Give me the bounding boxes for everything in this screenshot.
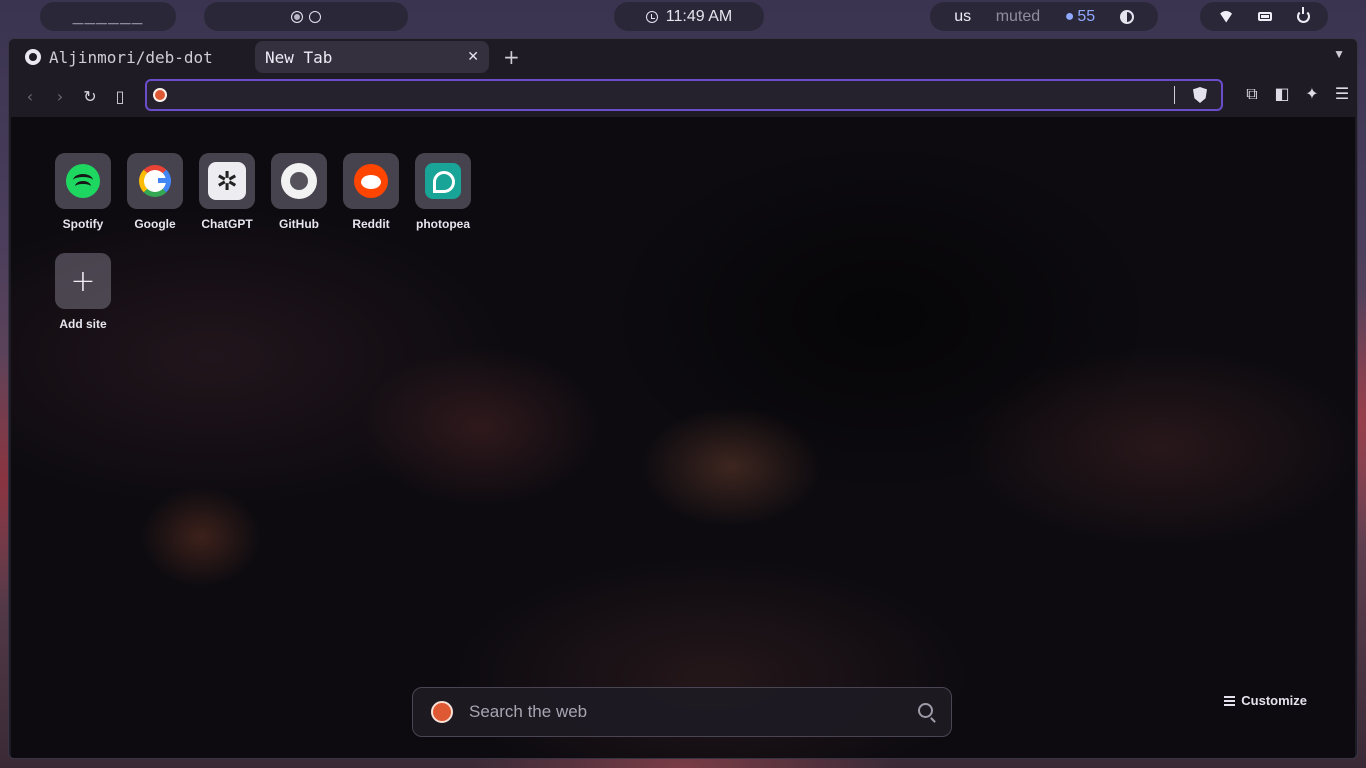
shortcut-tile[interactable] [343, 153, 399, 209]
chevron-down-icon[interactable]: ▼ [1333, 47, 1345, 61]
brightness-status[interactable]: ● 55 [1065, 8, 1095, 26]
shortcut-github[interactable]: GitHub [263, 153, 335, 231]
add-site-label: Add site [59, 317, 107, 331]
workspace-indicator[interactable]: ______ [40, 2, 176, 31]
tab-title: New Tab [265, 47, 333, 67]
shortcut-label: Reddit [352, 217, 390, 231]
workspace-dots[interactable] [204, 2, 408, 31]
wifi-icon[interactable] [1218, 11, 1234, 23]
toolbar: ‹ › ↻ ▯ ⧉ ◧ ✦ ☰ [9, 75, 1357, 117]
google-icon [139, 165, 171, 197]
brightness-value: 55 [1077, 7, 1096, 25]
battery-icon[interactable] [1258, 12, 1273, 21]
address-bar[interactable] [145, 79, 1223, 111]
shortcut-spotify[interactable]: Spotify [47, 153, 119, 231]
workspace-dot[interactable] [309, 10, 321, 23]
menu-icon[interactable]: ☰ [1333, 85, 1351, 103]
customize-label: Customize [1241, 693, 1307, 708]
sliders-icon [1224, 695, 1236, 706]
photopea-icon [425, 163, 461, 199]
shortcut-label: photopea [416, 217, 470, 231]
duckduckgo-icon [431, 701, 453, 723]
tab-new-tab[interactable]: New Tab ✕ [255, 41, 489, 73]
clock-icon [645, 10, 658, 23]
workspace-dot-active[interactable] [291, 10, 303, 23]
shortcut-tile[interactable] [127, 153, 183, 209]
shortcut-tile[interactable] [271, 153, 327, 209]
tab-github[interactable]: Aljinmori/deb-dot [15, 41, 251, 73]
search-input[interactable]: Search the web [469, 702, 587, 722]
shortcut-photopea[interactable]: photopea [407, 153, 479, 231]
back-button[interactable]: ‹ [15, 87, 45, 106]
shortcut-label: Spotify [62, 217, 104, 231]
close-tab-icon[interactable]: ✕ [467, 49, 479, 65]
new-tab-button[interactable]: + [503, 45, 520, 69]
shortcut-reddit[interactable]: Reddit [335, 153, 407, 231]
shortcut-label: ChatGPT [201, 217, 253, 231]
theme-toggle-icon[interactable] [1119, 9, 1134, 24]
shortcut-tile[interactable] [55, 153, 111, 209]
reddit-icon [354, 164, 388, 198]
tab-bar: Aljinmori/deb-dot New Tab ✕ + ▼ [9, 39, 1357, 75]
bookmark-button[interactable]: ▯ [105, 87, 135, 106]
power-icon[interactable] [1296, 7, 1310, 23]
top-sites: Spotify Google ChatGPT GitHub Reddit pho… [47, 153, 479, 331]
shortcut-tile[interactable] [199, 153, 255, 209]
github-icon [25, 49, 41, 65]
search-box[interactable]: Search the web [412, 687, 952, 737]
system-tray [1200, 2, 1328, 31]
brightness-icon: ● [1064, 7, 1075, 25]
brave-shield-icon[interactable] [1193, 87, 1207, 103]
spotify-icon [66, 164, 100, 198]
github-icon [281, 163, 317, 199]
keyboard-layout[interactable]: us [954, 8, 971, 26]
sidebar-icon[interactable]: ◧ [1273, 85, 1291, 103]
shortcut-label: GitHub [279, 217, 319, 231]
clock-time: 11:49 AM [665, 7, 733, 25]
search-icon[interactable] [918, 703, 933, 718]
browser-window: Aljinmori/deb-dot New Tab ✕ + ▼ ‹ › ↻ ▯ … [8, 38, 1358, 759]
leo-ai-icon[interactable]: ✦ [1303, 85, 1321, 103]
shortcut-google[interactable]: Google [119, 153, 191, 231]
shortcut-chatgpt[interactable]: ChatGPT [191, 153, 263, 231]
chatgpt-icon [208, 162, 246, 200]
duckduckgo-icon [153, 88, 167, 102]
forward-button[interactable]: › [45, 87, 75, 106]
reload-button[interactable]: ↻ [75, 87, 105, 106]
volume-status[interactable]: muted [996, 8, 1040, 26]
customize-button[interactable]: Customize [1224, 693, 1307, 708]
status-area: us muted ● 55 [930, 2, 1158, 31]
plus-icon[interactable]: + [55, 253, 111, 309]
extensions-icon[interactable]: ⧉ [1243, 85, 1261, 103]
shortcut-label: Google [134, 217, 176, 231]
new-tab-page: Spotify Google ChatGPT GitHub Reddit pho… [11, 117, 1355, 758]
toolbar-actions: ⧉ ◧ ✦ ☰ [1243, 85, 1351, 103]
clock[interactable]: 11:49 AM [614, 2, 764, 31]
add-site-button[interactable]: + Add site [47, 253, 119, 331]
tab-title: Aljinmori/deb-dot [49, 47, 213, 67]
shortcut-tile[interactable] [415, 153, 471, 209]
divider [1174, 86, 1175, 104]
